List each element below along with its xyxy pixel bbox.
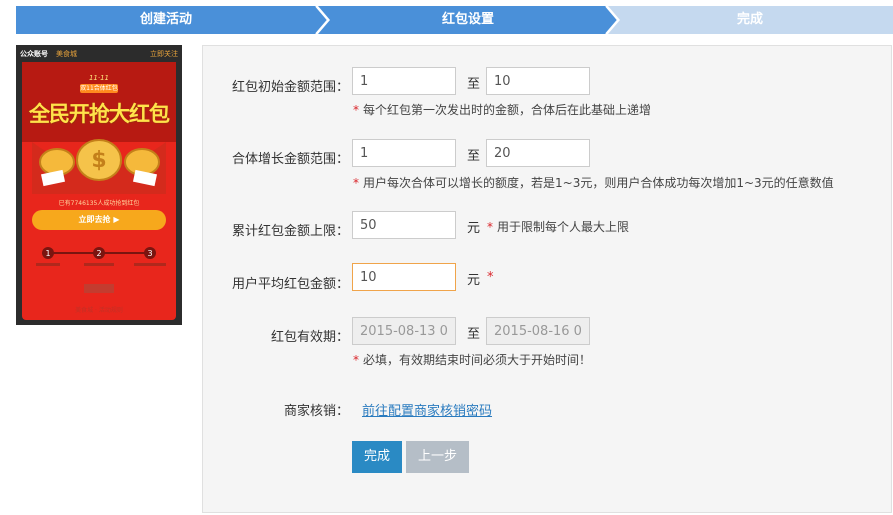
average-unit: 元 — [467, 273, 481, 288]
preview-grab-button: 立即去抢 ▶ — [32, 210, 166, 230]
cap-hint-text: 用于限制每个人最大上限 — [497, 220, 630, 234]
initial-range-hint-text: 每个红包第一次发出时的金额，合体后在此基础上递增 — [363, 103, 652, 117]
average-required-star: * — [487, 270, 494, 285]
cap-unit: 元 — [467, 221, 481, 236]
cap-label: 累计红包金额上限： — [231, 224, 349, 239]
preview-step-3: 3 — [147, 249, 152, 258]
preview-small-button — [84, 284, 114, 293]
growth-range-hint: * 用户每次合体可以增长的额度，若是1~3元，则用户合体成功每次增加1~3元的任意… — [353, 174, 834, 191]
preview-step-2: 2 — [96, 249, 101, 258]
phone-preview: 公众账号 美食城 立即关注 11·11 双11合体红包 全民开抢大红包 $ 已有… — [16, 45, 182, 325]
preview-footer: 美食城 · 活动规则 — [75, 307, 123, 314]
required-star: * — [487, 220, 493, 234]
validity-end-input[interactable] — [486, 317, 590, 345]
initial-range-hint: * 每个红包第一次发出时的金额，合体后在此基础上递增 — [353, 101, 651, 118]
required-star: * — [353, 353, 359, 367]
preview-red-packet-card: 11·11 双11合体红包 全民开抢大红包 $ 已有7746135人成功抢到红包… — [22, 62, 176, 320]
cap-input[interactable] — [352, 211, 456, 239]
validity-start-input[interactable] — [352, 317, 456, 345]
validity-label: 红包有效期： — [270, 330, 349, 345]
preview-badge: 双11合体红包 — [80, 84, 118, 93]
finish-button[interactable]: 完成 — [352, 441, 402, 473]
growth-range-label: 合体增长金额范围： — [231, 152, 349, 167]
preview-account-label: 公众账号 — [20, 50, 48, 58]
preview-participant-count: 已有7746135人成功抢到红包 — [58, 200, 140, 207]
preview-header: 公众账号 美食城 立即关注 — [16, 45, 182, 62]
growth-range-hint-text: 用户每次合体可以增长的额度，若是1~3元，则用户合体成功每次增加1~3元的任意数… — [363, 176, 834, 190]
step-3-label: 完成 — [736, 12, 763, 27]
preview-headline: 全民开抢大红包 — [29, 102, 170, 126]
step-1-label: 创建活动 — [139, 12, 192, 27]
previous-step-button[interactable]: 上一步 — [406, 441, 469, 473]
average-input[interactable] — [352, 263, 456, 291]
initial-min-input[interactable] — [352, 67, 456, 95]
svg-text:$: $ — [91, 148, 106, 173]
initial-range-to: 至 — [467, 77, 481, 92]
preview-date: 11·11 — [88, 74, 110, 82]
preview-account-name: 美食城 — [56, 50, 77, 58]
step-2-label: 红包设置 — [441, 12, 494, 27]
preview-follow-link: 立即关注 — [150, 50, 178, 58]
required-star: * — [353, 103, 359, 117]
growth-range-to: 至 — [467, 149, 481, 164]
required-star: * — [353, 176, 359, 190]
preview-step-dots: 1 2 3 — [36, 247, 166, 266]
growth-min-input[interactable] — [352, 139, 456, 167]
validity-to: 至 — [467, 327, 481, 342]
validity-hint-text: 必填，有效期结束时间必须大于开始时间！ — [363, 353, 592, 367]
merchant-config-link[interactable]: 前往配置商家核销密码 — [362, 400, 492, 419]
step-progress-bar: 创建活动 红包设置 完成 — [16, 6, 893, 34]
merchant-label: 商家核销： — [283, 404, 349, 419]
cap-hint: * 用于限制每个人最大上限 — [487, 218, 629, 235]
preview-step-1: 1 — [45, 249, 50, 258]
validity-hint: * 必填，有效期结束时间必须大于开始时间！ — [353, 351, 591, 368]
initial-max-input[interactable] — [486, 67, 590, 95]
red-packet-settings-form: 红包初始金额范围： 至 * 每个红包第一次发出时的金额，合体后在此基础上递增 合体… — [202, 45, 892, 513]
initial-range-label: 红包初始金额范围： — [231, 80, 349, 95]
coins-illustration: $ — [32, 139, 166, 194]
average-label: 用户平均红包金额： — [231, 277, 349, 292]
growth-max-input[interactable] — [486, 139, 590, 167]
